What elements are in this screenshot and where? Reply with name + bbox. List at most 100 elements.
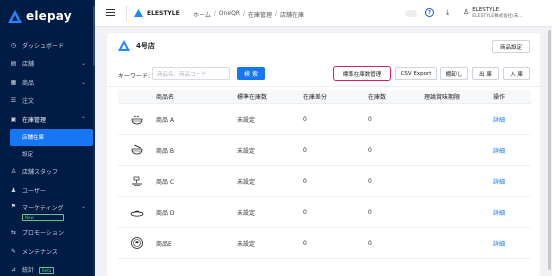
- sidebar-item-promotion[interactable]: ⇆ プロモーション: [0, 224, 95, 243]
- breadcrumb-inventory[interactable]: 在庫管理: [248, 10, 272, 19]
- sidebar-item-label: 店舗スタッフ: [22, 169, 59, 177]
- download-icon[interactable]: ⤓: [443, 8, 452, 17]
- col-operation: 操作: [493, 94, 506, 101]
- search-button[interactable]: 検 索: [237, 67, 265, 80]
- breadcrumb-oneqr[interactable]: OneQR: [219, 10, 240, 19]
- col-stock: 在庫数: [368, 94, 387, 101]
- logo-triangle-icon: [8, 9, 22, 23]
- standard-stock: 未設定: [237, 209, 256, 217]
- col-expiry: 理論賞味期限: [424, 94, 461, 101]
- sidebar-item-store[interactable]: ▤ 店舗 ⌄: [0, 55, 95, 74]
- sidebar-item-label: マーケティング: [22, 204, 64, 212]
- keyword-input[interactable]: 商品名、商品コード: [152, 67, 230, 80]
- main-scroll-thumb[interactable]: [548, 30, 551, 270]
- stock-diff: 0: [303, 115, 307, 123]
- sidebar-item-label: 店舗: [22, 61, 35, 69]
- stock-diff: 0: [303, 146, 307, 154]
- product-name: 商品 A: [156, 116, 175, 124]
- table-row: 商品 D 未設定 0 0 詳細: [118, 197, 531, 228]
- stock: 0: [368, 177, 372, 185]
- header-divider: [126, 6, 127, 21]
- chevron-down-icon: ⌄: [80, 78, 86, 86]
- help-icon[interactable]: ?: [425, 8, 434, 17]
- sidebar: elepay ◷ ダッシュボード ▤ 店舗 ⌄ ▦ 商品 ⌄ ☰ 注文 ▣ 在庫…: [0, 0, 95, 276]
- sidebar-item-label: 注文: [22, 98, 35, 106]
- marketing-icon: ⚑: [10, 202, 17, 210]
- order-icon: ☰: [10, 97, 17, 105]
- standard-stock-button[interactable]: 標準在庫数管理: [333, 66, 391, 81]
- sidebar-item-marketing[interactable]: ⚑ マーケティング New ⌄: [0, 200, 95, 224]
- stock: 0: [368, 239, 372, 247]
- sidebar-item-maintenance[interactable]: ✎ メンテナンス: [0, 242, 95, 261]
- sidebar-item-order[interactable]: ☰ 注文: [0, 92, 95, 111]
- sidebar-subitem-settings[interactable]: 設定: [0, 146, 95, 163]
- detail-link[interactable]: 詳細: [493, 177, 531, 186]
- sidebar-item-label: 在庫管理: [22, 116, 47, 124]
- stock: 0: [368, 146, 372, 154]
- user-icon: ♟: [10, 186, 17, 194]
- sidebar-item-user[interactable]: ♟ ユーザー: [0, 181, 95, 200]
- stats-icon: ⊿: [10, 266, 17, 274]
- header-toggle[interactable]: [405, 10, 417, 17]
- inbound-button[interactable]: 入 庫: [503, 67, 530, 80]
- dashboard-icon: ◷: [10, 41, 17, 49]
- chevron-down-icon: ⌄: [80, 202, 86, 210]
- promotion-icon: ⇆: [10, 229, 17, 237]
- sidebar-item-staff[interactable]: ♙ 店舗スタッフ: [0, 163, 95, 182]
- inventory-card: 4号店 商品設定 キーワード: 商品名、商品コード 検 索 標準在庫数管理 CS…: [107, 33, 540, 276]
- brand-name: ELESTYLE: [147, 9, 180, 17]
- beta-badge: Beta: [39, 266, 55, 274]
- detail-link[interactable]: 詳細: [493, 208, 531, 217]
- standard-stock: 未設定: [237, 116, 256, 124]
- csv-export-button[interactable]: CSV Export: [395, 67, 437, 80]
- maintenance-icon: ✎: [10, 247, 17, 255]
- inventory-table: 商品名 標準在庫数 在庫差分 在庫数 理論賞味期限 操作 商品 A 未設定 0 …: [118, 90, 531, 259]
- sidebar-item-label: メンテナンス: [22, 248, 58, 256]
- product-name: 商品 C: [156, 178, 175, 186]
- plate-icon: [130, 210, 144, 217]
- divider: [107, 86, 540, 87]
- standard-stock: 未設定: [237, 178, 256, 186]
- inventory-icon: ▣: [10, 115, 17, 123]
- user-menu[interactable]: ♙ ELESTYLE ELESTYLE株式会社(未...: [463, 7, 523, 19]
- outbound-button[interactable]: 出 庫: [472, 67, 499, 80]
- sidebar-subitem-store-inventory[interactable]: 店舗在庫: [10, 128, 93, 146]
- product-settings-button[interactable]: 商品設定: [492, 40, 530, 53]
- bowl-icon: [131, 115, 143, 125]
- bowl2-icon: [131, 237, 143, 249]
- chevron-up-icon: ⌃: [80, 115, 86, 123]
- stock: 0: [368, 208, 372, 216]
- dish-icon: [132, 176, 142, 186]
- header-brand: ELESTYLE: [134, 9, 180, 17]
- col-standard-stock: 標準在庫数: [237, 94, 268, 101]
- store-name: 4号店: [136, 41, 155, 50]
- detail-link[interactable]: 詳細: [493, 146, 531, 155]
- breadcrumb: ホーム / OneQR / 在庫管理 / 店舗在庫: [193, 10, 305, 19]
- breadcrumb-current: 店舗在庫: [280, 12, 305, 19]
- sidebar-item-inventory[interactable]: ▣ 在庫管理 ⌃: [0, 110, 95, 129]
- product-name: 商品 B: [156, 147, 175, 155]
- detail-link[interactable]: 詳細: [493, 239, 531, 248]
- table-header: 商品名 標準在庫数 在庫差分 在庫数 理論賞味期限 操作: [118, 90, 531, 104]
- chevron-down-icon: ⌄: [80, 60, 86, 68]
- menu-toggle-icon[interactable]: [106, 9, 115, 17]
- sidebar-item-stats[interactable]: ⊿ 統計 Beta: [0, 261, 95, 276]
- staff-icon: ♙: [10, 168, 17, 176]
- user-company: ELESTYLE株式会社(未...: [472, 14, 523, 19]
- sidebar-item-label: 商品: [22, 79, 35, 87]
- product-name: 商品E: [156, 240, 172, 248]
- sidebar-item-product[interactable]: ▦ 商品 ⌄: [0, 73, 95, 92]
- store-triangle-icon: [118, 40, 130, 51]
- stock: 0: [368, 115, 372, 123]
- stocktake-button[interactable]: 棚卸し: [440, 67, 468, 80]
- user-avatar-icon: ♙: [463, 8, 470, 16]
- detail-link[interactable]: 詳細: [493, 115, 531, 124]
- stock-diff: 0: [303, 177, 307, 185]
- table-row: 商品 C 未設定 0 0 詳細: [118, 166, 531, 197]
- sidebar-item-dashboard[interactable]: ◷ ダッシュボード: [0, 36, 95, 55]
- breadcrumb-home[interactable]: ホーム: [193, 10, 211, 19]
- logo-text: elepay: [26, 9, 72, 23]
- app-logo[interactable]: elepay: [8, 8, 72, 24]
- standard-stock: 未設定: [237, 147, 256, 155]
- col-product-name: 商品名: [156, 94, 175, 101]
